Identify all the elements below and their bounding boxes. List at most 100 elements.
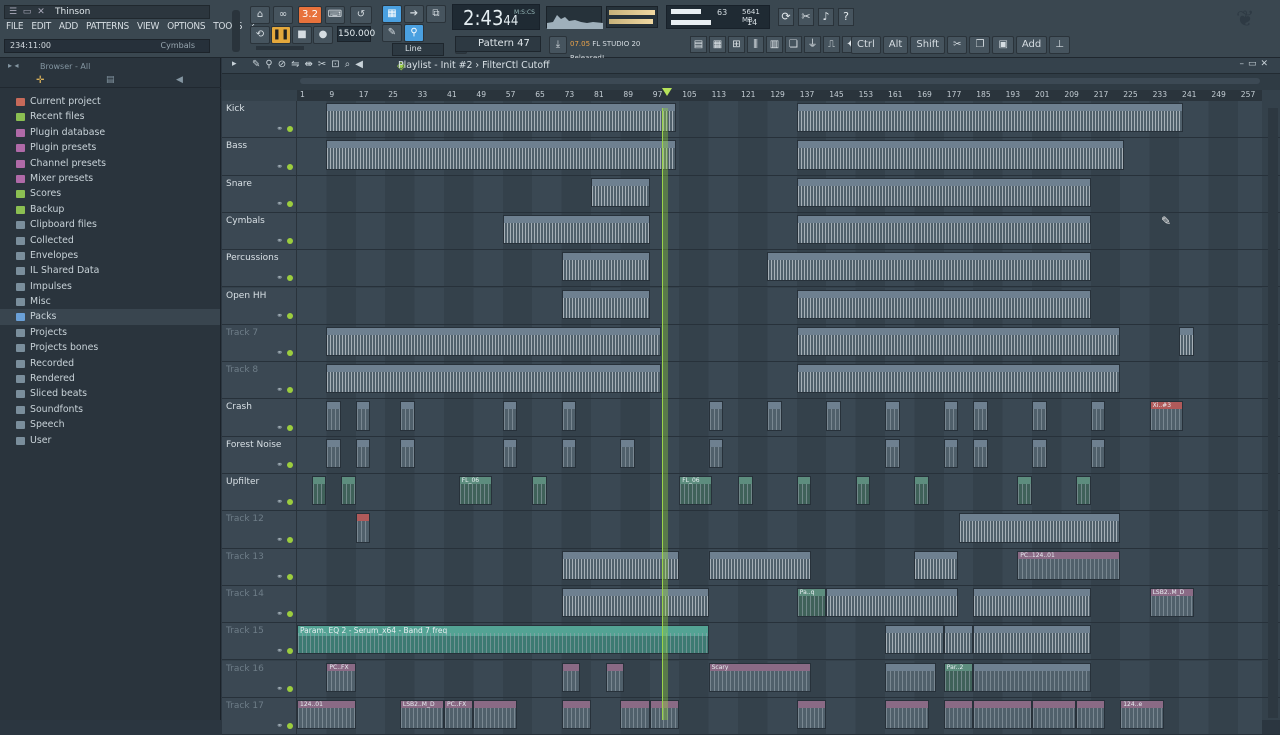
browser-item[interactable]: Projects bones — [16, 340, 220, 355]
settings-icon[interactable]: ✂ — [798, 8, 814, 26]
browser-item[interactable]: Plugin database — [16, 125, 220, 140]
pattern-clip[interactable] — [796, 699, 827, 730]
track-mute-led[interactable] — [287, 685, 293, 692]
track-header[interactable]: Track 17 ⚭ — [222, 697, 297, 735]
song-time-display[interactable]: 2:4344 M:S:CS — [452, 4, 540, 30]
track-lane[interactable] — [297, 324, 1262, 362]
pattern-clip[interactable] — [973, 625, 1091, 655]
keyboard-icon[interactable]: ⎍ — [823, 36, 840, 53]
pattern-clip[interactable]: Pa..q — [796, 587, 827, 618]
pattern-clip[interactable] — [973, 587, 1091, 618]
track-lane[interactable] — [297, 287, 1262, 324]
pattern-clip[interactable] — [796, 140, 1124, 170]
pattern-clip[interactable] — [561, 252, 650, 282]
metronome-button[interactable]: 3.2 — [298, 6, 322, 24]
pattern-clip[interactable] — [326, 401, 342, 431]
track-mute-led[interactable] — [287, 573, 293, 580]
pattern-clip[interactable] — [796, 326, 1121, 357]
pattern-clip[interactable] — [326, 326, 661, 357]
pattern-clip[interactable]: PC..124..01 — [1017, 550, 1121, 580]
pattern-clip[interactable] — [708, 550, 812, 580]
link-icon[interactable]: ⚭ — [276, 162, 283, 171]
pattern-clip[interactable] — [1076, 476, 1091, 506]
copy-icon[interactable]: ❐ — [969, 36, 991, 54]
loop-icon[interactable]: ∞ — [273, 6, 293, 24]
track-mute-led[interactable] — [287, 536, 293, 543]
track-mute-led[interactable] — [287, 499, 293, 506]
link-icon[interactable]: ⚭ — [276, 535, 283, 544]
browser-item[interactable]: Recorded — [16, 356, 220, 371]
track-lane[interactable]: PC..FX Scary Par..2 — [297, 660, 1262, 697]
download-icon[interactable]: ⤓ — [549, 36, 567, 54]
pattern-clip[interactable] — [796, 214, 1091, 245]
pattern-clip[interactable] — [591, 177, 650, 207]
pattern-clip[interactable] — [561, 401, 577, 431]
pattern-clip[interactable] — [973, 662, 1091, 692]
pattern-clip[interactable] — [885, 625, 944, 655]
song-mode-icon[interactable]: ⟲ — [250, 26, 270, 44]
pattern-clip[interactable] — [973, 438, 988, 468]
track-header[interactable]: Track 15 ⚭ — [222, 623, 297, 660]
mixer-icon[interactable]: ⫼ — [747, 36, 764, 53]
pattern-clip[interactable] — [855, 476, 871, 506]
pattern-clip[interactable] — [620, 699, 650, 730]
pattern-clip[interactable]: 124..01 — [297, 699, 356, 730]
track-header[interactable]: Open HH ⚭ — [222, 287, 297, 324]
link-icon[interactable]: ⚭ — [276, 385, 283, 394]
channel-rack-icon[interactable]: ⊞ — [728, 36, 745, 53]
close-icon[interactable]: ✕ — [35, 7, 47, 18]
browser-item[interactable]: Plugin presets — [16, 140, 220, 155]
pattern-clip[interactable] — [1032, 699, 1077, 730]
track-header[interactable]: Forest Noise ⚭ — [222, 436, 297, 473]
pattern-clip[interactable] — [767, 252, 1091, 282]
browser-item[interactable]: Packs — [0, 309, 220, 325]
pattern-clip[interactable]: LSB2..M_D — [399, 699, 444, 730]
track-header[interactable]: Kick ⚭ — [222, 101, 297, 138]
time-overview[interactable] — [222, 74, 1280, 90]
link-icon[interactable]: ⚭ — [276, 646, 283, 655]
pattern-clip[interactable] — [885, 662, 937, 692]
track-mute-led[interactable] — [287, 387, 293, 394]
track-lane[interactable]: PC..124..01 — [297, 548, 1262, 585]
playhead-marker[interactable] — [661, 88, 672, 96]
plugin-icon[interactable]: ⏚ — [804, 36, 821, 53]
track-header[interactable]: Track 7 ⚭ — [222, 324, 297, 362]
pattern-clip[interactable]: LSB2..M_D — [1149, 587, 1194, 618]
link-icon[interactable]: ⚭ — [276, 497, 283, 506]
pattern-clip[interactable] — [885, 438, 900, 468]
browser-options-icon[interactable]: ▸ ◂ — [8, 61, 19, 70]
pattern-clip[interactable] — [326, 103, 676, 133]
minimize-icon[interactable]: ▭ — [21, 7, 33, 18]
menu-view[interactable]: VIEW — [137, 21, 159, 35]
cut-icon[interactable]: ✂ — [947, 36, 968, 54]
pattern-clip[interactable] — [399, 401, 415, 431]
track-header[interactable]: Track 13 ⚭ — [222, 548, 297, 585]
timeline-ruler[interactable]: 1 9 17 25 33 41 49 57 65 73 81 89 97 105 113 121 129 137 1… — [297, 90, 1262, 101]
pattern-clip[interactable] — [355, 401, 371, 431]
playlist-menu-icon[interactable]: ▸ — [232, 59, 237, 69]
browser-speaker-icon[interactable]: ◀ — [176, 75, 183, 85]
pattern-clip[interactable] — [355, 438, 371, 468]
plugin-picker-icon[interactable]: ❏ — [785, 36, 802, 53]
pattern-clip[interactable] — [1076, 699, 1106, 730]
menu-icon[interactable]: ☰ — [7, 7, 19, 18]
track-lane[interactable] — [297, 436, 1262, 473]
pause-button[interactable]: ❚❚ — [271, 26, 291, 44]
pattern-clip[interactable] — [561, 662, 580, 692]
link-icon[interactable]: ⚭ — [276, 236, 283, 245]
news-ticker[interactable]: 07.05 FL STUDIO 20 Released! — [570, 37, 676, 62]
pattern-clip[interactable] — [708, 438, 724, 468]
pattern-selector[interactable]: Pattern 47 — [455, 36, 541, 52]
link-icon[interactable]: ⚭ — [276, 423, 283, 432]
track-lane[interactable] — [297, 138, 1262, 175]
help-icon[interactable]: ? — [838, 8, 854, 26]
pattern-clip[interactable] — [885, 699, 930, 730]
track-header[interactable]: Track 8 ⚭ — [222, 362, 297, 399]
track-lane[interactable] — [297, 362, 1262, 399]
pattern-clip[interactable] — [1090, 438, 1106, 468]
link-icon[interactable]: ⚭ — [276, 609, 283, 618]
browser-item[interactable]: Envelopes — [16, 248, 220, 263]
playlist-window-controls[interactable]: –▭✕ — [1239, 59, 1272, 69]
pattern-clip[interactable] — [326, 438, 342, 468]
link-icon[interactable]: ⚭ — [276, 684, 283, 693]
